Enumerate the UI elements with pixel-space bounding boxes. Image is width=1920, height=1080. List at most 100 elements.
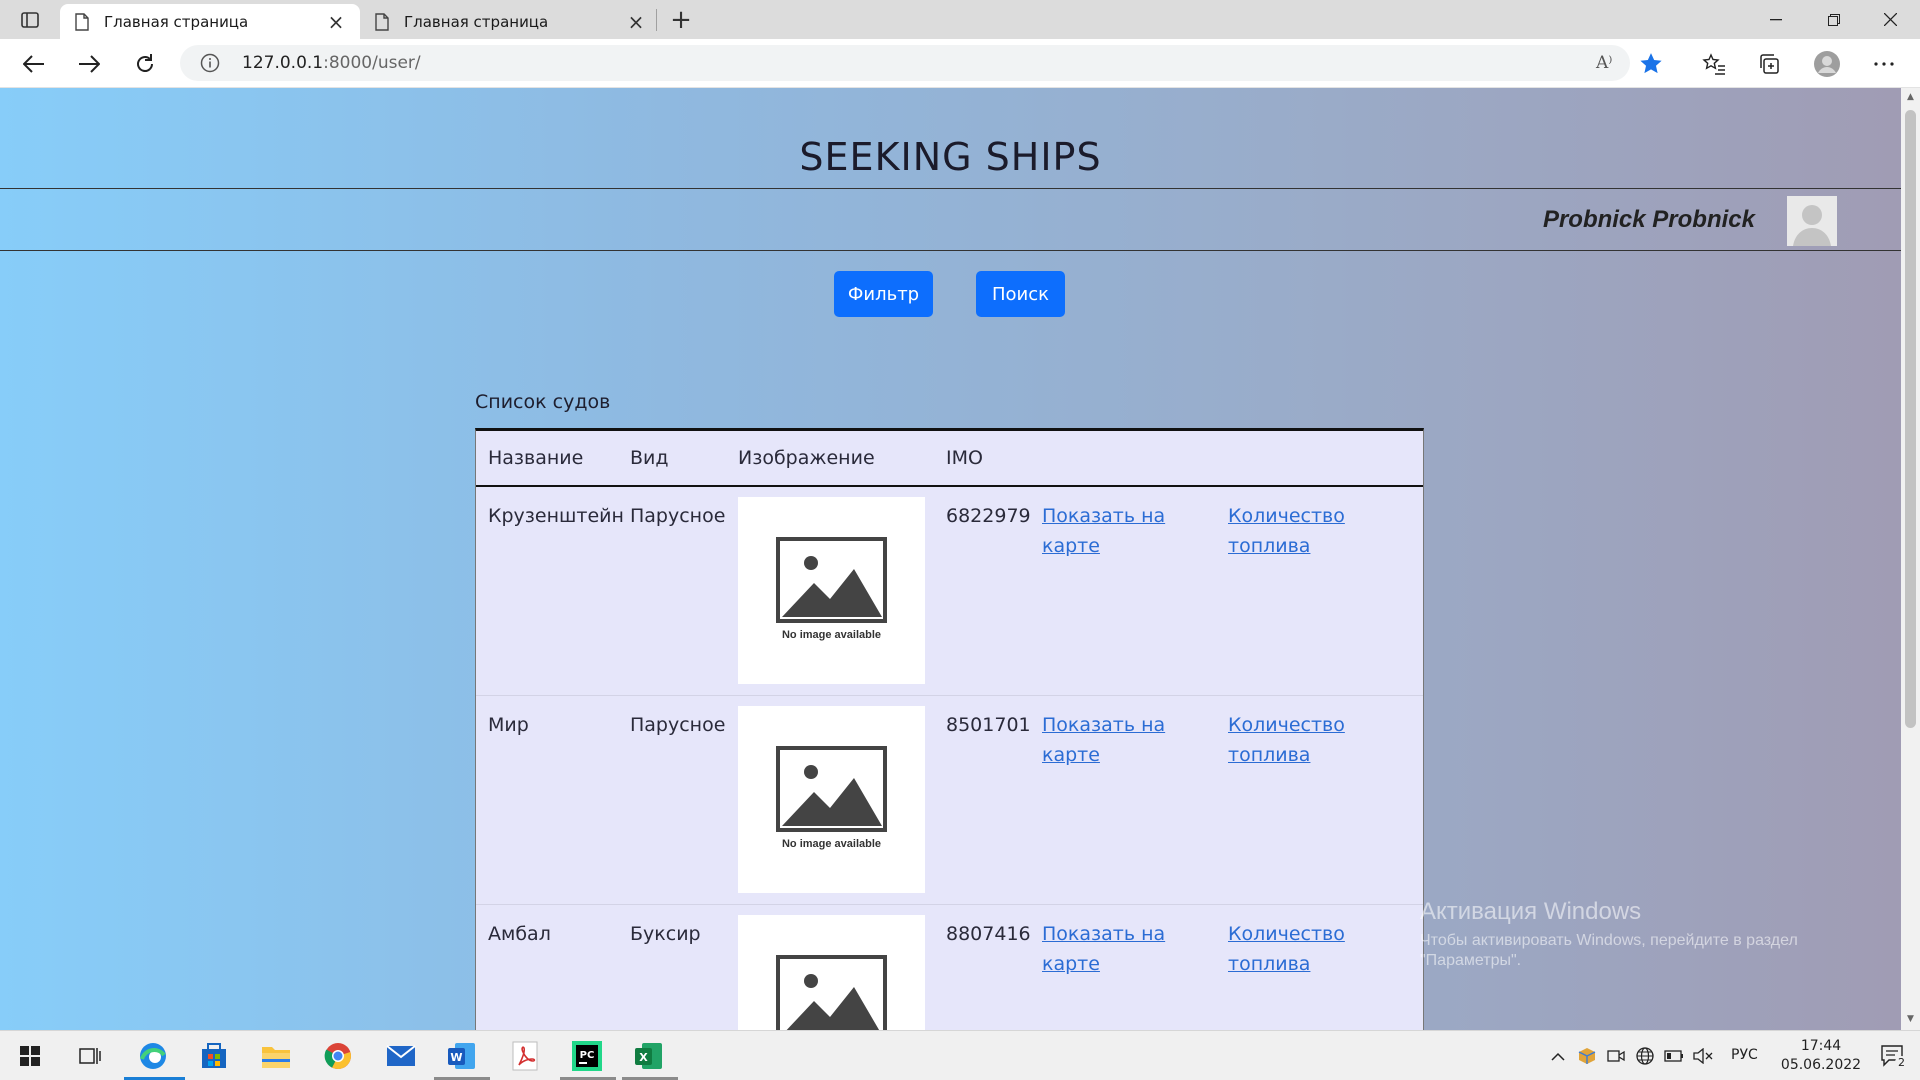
column-header-name: Название [488,447,584,469]
forward-arrow-icon [79,55,100,73]
filter-button[interactable]: Фильтр [834,271,933,317]
tray-battery[interactable] [1664,1046,1684,1066]
image-placeholder-icon [776,746,887,832]
watermark-title: Активация Windows [1420,898,1642,925]
clock[interactable]: 17:44 05.06.2022 [1776,1037,1866,1075]
browser-tab-strip: Главная страница × Главная страница × + [0,0,1920,39]
task-view-icon [79,1048,101,1064]
show-on-map-link[interactable]: Показать на карте [1042,501,1172,561]
chevron-up-icon [1551,1052,1565,1061]
svg-text:PC: PC [580,1050,595,1061]
taskbar-explorer[interactable] [260,1040,292,1072]
back-arrow-icon [23,55,44,73]
refresh-button[interactable] [128,47,162,81]
windows-activation-watermark: Активация Windows Чтобы активировать Win… [1420,898,1798,970]
ships-table: Название Вид Изображение IMO Крузенштейн… [475,428,1424,1030]
show-on-map-link-text[interactable]: Показать на карте [1042,505,1165,557]
start-button[interactable] [14,1040,46,1072]
taskbar-store[interactable] [198,1040,230,1072]
show-on-map-link[interactable]: Показать на карте [1042,919,1172,979]
address-bar[interactable]: 127.0.0.1:8000/user/ A⁾ [180,45,1630,81]
taskbar-acrobat[interactable] [509,1040,541,1072]
ship-type: Парусное [630,714,726,736]
header-divider-bottom [0,250,1901,251]
svg-text:X: X [639,1051,648,1064]
tray-volume[interactable] [1693,1046,1713,1066]
no-image-text: No image available [781,629,882,641]
minimize-button[interactable] [1748,0,1804,39]
tab-actions-button[interactable] [16,8,44,32]
tab-title: Главная страница [404,12,549,31]
input-language[interactable]: РУС [1731,1047,1758,1063]
url-text[interactable]: 127.0.0.1:8000/user/ [242,53,421,73]
ship-name: Амбал [488,923,551,945]
scroll-down-icon[interactable]: ▼ [1905,1014,1916,1026]
windows-taskbar: W PC X РУС 17:44 05.06.2022 2 [0,1030,1920,1080]
fuel-amount-link[interactable]: Количество топлива [1228,501,1358,561]
taskbar-excel[interactable]: X [633,1040,665,1072]
restore-icon [1828,13,1840,26]
table-row: Мир Парусное No image available 8501701 … [476,696,1423,905]
globe-icon [1636,1047,1654,1065]
tray-app[interactable] [1577,1046,1597,1066]
settings-menu-button[interactable] [1867,47,1901,81]
scroll-up-icon[interactable]: ▲ [1905,92,1916,104]
ship-imo: 8807416 [946,923,1031,945]
restore-button[interactable] [1806,0,1862,39]
show-hidden-icons-button[interactable] [1548,1046,1568,1066]
tray-network[interactable] [1635,1046,1655,1066]
volume-muted-icon [1693,1048,1713,1064]
show-on-map-link-text[interactable]: Показать на карте [1042,923,1165,975]
close-window-button[interactable] [1862,0,1918,39]
ship-imo: 8501701 [946,714,1031,736]
folder-icon [262,1047,290,1068]
collections-button[interactable] [1752,47,1786,81]
collections-icon [1760,54,1779,74]
pycharm-icon: PC [572,1041,602,1071]
read-aloud-icon[interactable]: A⁾ [1596,53,1620,73]
minimize-icon [1770,18,1782,20]
notification-center-button[interactable]: 2 [1880,1045,1908,1069]
page-viewport: SEEKING SHIPS Probnick Probnick Фильтр П… [0,88,1901,1030]
forward-button[interactable] [72,47,106,81]
fuel-amount-link[interactable]: Количество топлива [1228,919,1358,979]
fuel-amount-link[interactable]: Количество топлива [1228,710,1358,770]
word-icon: W [448,1043,475,1069]
acrobat-icon [512,1041,538,1071]
refresh-icon [137,54,153,72]
search-button[interactable]: Поиск [976,271,1065,317]
browser-tab-2[interactable]: Главная страница × [360,4,660,39]
taskbar-chrome[interactable] [322,1040,354,1072]
ship-type: Парусное [630,505,726,527]
close-tab-icon[interactable]: × [626,10,646,34]
show-on-map-link[interactable]: Показать на карте [1042,710,1172,770]
tab-actions-icon [21,12,39,28]
favorite-star-icon[interactable] [1638,51,1664,77]
tray-meet-now[interactable] [1606,1046,1626,1066]
user-avatar[interactable] [1787,196,1837,246]
back-button[interactable] [17,47,51,81]
taskbar-mail[interactable] [385,1040,417,1072]
site-info-icon[interactable] [200,53,220,73]
chrome-icon [324,1043,351,1070]
fuel-amount-link-text[interactable]: Количество топлива [1228,505,1345,557]
favorites-button[interactable] [1697,47,1731,81]
scroll-thumb[interactable] [1905,110,1916,728]
fuel-amount-link-text[interactable]: Количество топлива [1228,714,1345,766]
profile-button[interactable] [1810,47,1844,81]
browser-tab-1[interactable]: Главная страница × [60,4,360,39]
fuel-amount-link-text[interactable]: Количество топлива [1228,923,1345,975]
taskbar-pycharm[interactable]: PC [571,1040,603,1072]
page-scrollbar[interactable]: ▲ ▼ [1901,88,1920,1030]
taskbar-word[interactable]: W [446,1040,478,1072]
ship-type: Буксир [630,923,701,945]
mail-icon [386,1045,416,1066]
new-tab-button[interactable]: + [666,5,696,35]
task-view-button[interactable] [74,1040,106,1072]
column-header-type: Вид [630,447,669,469]
user-name[interactable]: Probnick Probnick [1543,206,1755,234]
close-tab-icon[interactable]: × [326,10,346,34]
show-on-map-link-text[interactable]: Показать на карте [1042,714,1165,766]
taskbar-edge[interactable] [137,1040,169,1072]
ship-name: Мир [488,714,529,736]
